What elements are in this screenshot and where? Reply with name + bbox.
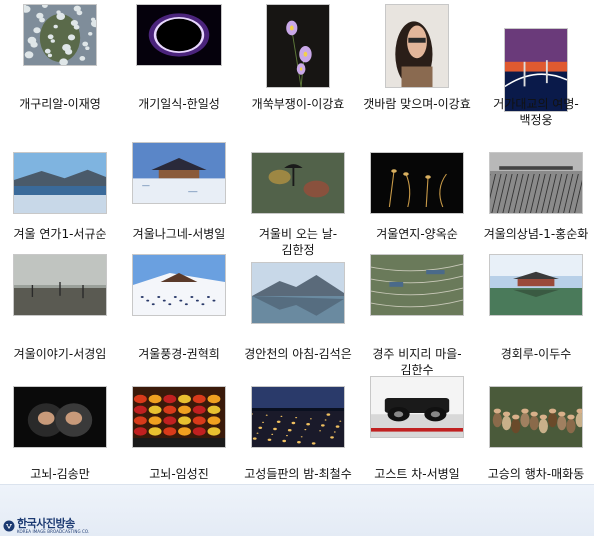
file-name-label[interactable]: 고스트 차-서병일	[358, 466, 476, 482]
file-item[interactable]: 경안천의 아침-김석은	[239, 250, 357, 361]
file-item[interactable]: 고승의 행차-매화동	[477, 370, 594, 481]
file-thumbnail[interactable]	[370, 152, 464, 214]
logo-subtitle: KOREA IMAGE BROADCASTING CO.	[17, 529, 90, 534]
file-item[interactable]: 고뇌-김송만	[1, 370, 119, 481]
file-thumbnail[interactable]	[23, 4, 97, 66]
file-thumbnail[interactable]	[251, 386, 345, 448]
frog-eggs-image	[24, 5, 96, 65]
lotus-stems-image	[371, 153, 463, 213]
file-thumbnail[interactable]	[13, 254, 107, 316]
file-name-label[interactable]: 경회루-이두수	[477, 346, 594, 362]
file-item[interactable]: 겨울나그네-서병일	[120, 130, 238, 241]
file-name-label[interactable]: 겨울 연가1-서규순	[1, 226, 119, 242]
file-name-label[interactable]: 겨울연지-양옥순	[358, 226, 476, 242]
file-item[interactable]: 겨울연지-양옥순	[358, 130, 476, 241]
ghost-car-image	[371, 377, 463, 437]
file-item[interactable]: 거가대교의 여명-백정웅	[477, 0, 594, 127]
file-thumbnail[interactable]	[489, 152, 583, 214]
file-thumbnail[interactable]	[370, 376, 464, 438]
file-thumbnail[interactable]	[251, 152, 345, 214]
file-thumbnail[interactable]	[132, 386, 226, 448]
file-item[interactable]: 고뇌-임성진	[120, 370, 238, 481]
file-item[interactable]: 갯바람 맞으며-이강효	[358, 0, 476, 111]
fruit-vendor-image	[133, 387, 225, 447]
file-item[interactable]: 겨울의상념-1-홍순화	[477, 130, 594, 241]
file-thumbnail[interactable]	[370, 254, 464, 316]
file-thumbnail[interactable]	[132, 142, 226, 204]
logo-name: 한국사진방송	[17, 517, 75, 530]
file-name-label[interactable]: 개구리알-이재영	[1, 96, 119, 112]
file-name-label[interactable]: 갯바람 맞으며-이강효	[358, 96, 476, 112]
winter-lake-image	[14, 153, 106, 213]
file-name-label[interactable]: 개기일식-한일성	[120, 96, 238, 112]
file-item[interactable]: 개구리알-이재영	[1, 0, 119, 111]
terraced-fields-image	[371, 255, 463, 315]
file-name-label[interactable]: 경안천의 아침-김석은	[239, 346, 357, 362]
misty-marsh-image	[14, 255, 106, 315]
file-item[interactable]: 겨울이야기-서경임	[1, 250, 119, 361]
asters-image	[267, 5, 329, 87]
monk-procession-image	[490, 387, 582, 447]
file-name-label[interactable]: 겨울나그네-서병일	[120, 226, 238, 242]
file-name-label[interactable]: 고뇌-임성진	[120, 466, 238, 482]
file-item[interactable]: 고성들판의 밤-최철수	[239, 370, 357, 481]
file-thumbnail[interactable]	[251, 262, 345, 324]
file-thumbnail[interactable]	[266, 4, 330, 88]
file-thumbnail[interactable]	[489, 386, 583, 448]
file-name-label[interactable]: 거가대교의 여명-백정웅	[477, 96, 594, 128]
file-thumbnail[interactable]	[385, 4, 449, 88]
file-name-label[interactable]: 고승의 행차-매화동	[477, 466, 594, 482]
file-item[interactable]: 개기일식-한일성	[120, 0, 238, 111]
file-thumbnail[interactable]	[136, 4, 222, 66]
file-item[interactable]: 겨울비 오는 날-김한정	[239, 130, 357, 257]
rainy-umbrella-image	[252, 153, 344, 213]
woman-portrait-image	[386, 5, 448, 87]
footer-bar: 한국사진방송 KOREA IMAGE BROADCASTING CO.	[0, 484, 594, 536]
file-name-label[interactable]: 고성들판의 밤-최철수	[239, 466, 357, 482]
file-name-label[interactable]: 겨울풍경-권혁희	[120, 346, 238, 362]
file-item[interactable]: 겨울 연가1-서규순	[1, 130, 119, 241]
file-thumbnail[interactable]	[13, 386, 107, 448]
gyeonghoeru-image	[490, 255, 582, 315]
file-name-label[interactable]: 고뇌-김송만	[1, 466, 119, 482]
night-plain-image	[252, 387, 344, 447]
file-name-label[interactable]: 개쑥부쟁이-이강효	[239, 96, 357, 112]
file-thumbnail[interactable]	[13, 152, 107, 214]
file-grid: 개구리알-이재영 개기일식-한일성 개쑥부쟁이-이강효 갯바람 맞으며-이강효 거가대교…	[0, 0, 594, 481]
file-item[interactable]: 경회루-이두수	[477, 250, 594, 361]
file-item[interactable]: 겨울풍경-권혁희	[120, 250, 238, 361]
hooded-children-image	[14, 387, 106, 447]
file-item[interactable]: 경주 비지리 마을-김한수	[358, 250, 476, 377]
file-name-label[interactable]: 겨울의상념-1-홍순화	[477, 226, 594, 242]
snow-field-image	[490, 153, 582, 213]
logo: 한국사진방송 KOREA IMAGE BROADCASTING CO.	[3, 518, 89, 534]
file-item[interactable]: 고스트 차-서병일	[358, 370, 476, 481]
mountain-reflection-image	[252, 263, 344, 323]
file-thumbnail[interactable]	[489, 254, 583, 316]
file-thumbnail[interactable]	[132, 254, 226, 316]
file-item[interactable]: 개쑥부쟁이-이강효	[239, 0, 357, 111]
snow-hanok-image	[133, 143, 225, 203]
ski-slope-image	[133, 255, 225, 315]
eclipse-image	[137, 5, 221, 65]
logo-mark-icon	[3, 520, 15, 532]
file-name-label[interactable]: 겨울이야기-서경임	[1, 346, 119, 362]
